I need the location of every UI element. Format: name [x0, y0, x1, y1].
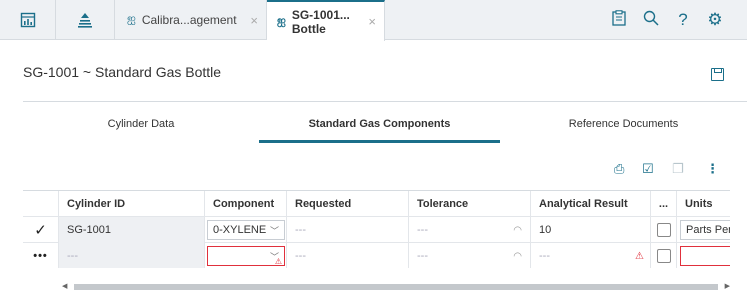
row-checkbox[interactable] [656, 223, 671, 237]
divider [23, 101, 747, 102]
header-marker-cell [23, 191, 59, 217]
column-header-tolerance[interactable]: Tolerance [409, 191, 531, 217]
component-select[interactable]: ﹀ ⚠ [207, 246, 285, 266]
warning-icon: ⚠ [635, 250, 644, 262]
analytical-result-cell[interactable]: 10 [531, 217, 651, 243]
tab-label: Calibra...agement [141, 13, 237, 27]
close-icon[interactable]: × [368, 14, 376, 29]
settings-icon[interactable]: ⚙ [699, 10, 731, 30]
units-select[interactable]: Parts Per Million [680, 220, 730, 240]
more-vertical-icon[interactable]: ⋮ [706, 161, 719, 177]
component-select[interactable]: 0-XYLENE ﹀ [207, 220, 285, 240]
search-icon[interactable] [635, 10, 667, 31]
cylinder-id-cell: --- [59, 243, 205, 268]
active-tab-indicator [259, 140, 500, 143]
tab-sg-1001-bottle[interactable]: ஐ SG-1001... Bottle × [267, 0, 385, 41]
units-cell: Parts Per Million [677, 217, 730, 243]
scroll-right-icon[interactable]: ▶ [725, 282, 730, 290]
copy-icon[interactable]: ❐ [672, 161, 684, 177]
top-tab-bar: ஐ Calibra...agement × ஐ SG-1001... Bottl… [0, 0, 747, 41]
row-checkbox-cell [651, 217, 677, 243]
dashboard-button[interactable] [0, 0, 56, 40]
gauge-icon[interactable]: ◠ [513, 225, 522, 236]
clipboard-icon[interactable] [603, 9, 635, 31]
row-checkbox-cell [651, 243, 677, 268]
tab-reference-documents[interactable]: Reference Documents [500, 118, 747, 130]
table-row[interactable]: ✓ SG-1001 0-XYLENE ﹀ --- --- ◠ 10 Parts … [23, 217, 730, 243]
scrollbar-thumb[interactable] [74, 284, 718, 290]
component-cell: 0-XYLENE ﹀ [205, 217, 287, 243]
scroll-left-icon[interactable]: ◀ [62, 282, 67, 290]
column-header-units[interactable]: Units [677, 191, 730, 217]
print-icon[interactable]: ⎙ [614, 161, 624, 177]
hierarchy-button[interactable] [56, 0, 115, 40]
horizontal-scrollbar[interactable]: ◀ ▶ [62, 283, 730, 291]
column-header-cylinder-id[interactable]: Cylinder ID [59, 191, 205, 217]
units-value: Parts Per Million [686, 224, 730, 236]
tolerance-cell[interactable]: --- ◠ [409, 217, 531, 243]
analytical-result-value: --- [539, 250, 550, 262]
tolerance-cell[interactable]: --- ◠ [409, 243, 531, 268]
gauge-icon[interactable]: ◠ [513, 251, 522, 262]
save-icon[interactable] [711, 68, 724, 81]
tolerance-value: --- [417, 224, 428, 236]
column-header-more[interactable]: ... [651, 191, 677, 217]
tab-type-icon: ஐ [127, 13, 136, 25]
row-saved-check-icon: ✓ [23, 217, 59, 243]
column-header-requested[interactable]: Requested [287, 191, 409, 217]
tab-standard-gas-components[interactable]: Standard Gas Components [259, 118, 500, 130]
tab-calibration-management[interactable]: ஐ Calibra...agement × [115, 0, 267, 40]
dashboard-icon [20, 12, 35, 28]
units-cell [677, 243, 730, 268]
grid-header-row: Cylinder ID Component Requested Toleranc… [23, 191, 730, 217]
warning-icon: ⚠ [274, 257, 282, 266]
requested-cell[interactable]: --- [287, 217, 409, 243]
units-select[interactable] [680, 246, 730, 266]
row-actions-icon[interactable]: ••• [23, 243, 59, 268]
page-title: SG-1001 ~ Standard Gas Bottle [23, 64, 222, 80]
cylinder-id-cell: SG-1001 [59, 217, 205, 243]
row-checkbox[interactable] [656, 249, 671, 263]
chevron-down-icon: ﹀ [269, 226, 279, 236]
column-header-component[interactable]: Component [205, 191, 287, 217]
tolerance-value: --- [417, 250, 428, 262]
component-value: 0-XYLENE [213, 224, 267, 236]
checklist-icon[interactable]: ☑ [642, 161, 654, 177]
tab-type-icon: ஐ [277, 14, 286, 27]
tab-cylinder-data[interactable]: Cylinder Data [23, 118, 259, 130]
table-row[interactable]: ••• --- ﹀ ⚠ --- --- ◠ --- ⚠ [23, 243, 730, 268]
column-header-analytical-result[interactable]: Analytical Result [531, 191, 651, 217]
requested-cell[interactable]: --- [287, 243, 409, 268]
close-icon[interactable]: × [250, 13, 258, 28]
analytical-result-cell[interactable]: --- ⚠ [531, 243, 651, 268]
help-icon[interactable]: ? [667, 10, 699, 30]
components-grid: Cylinder ID Component Requested Toleranc… [23, 190, 730, 268]
hierarchy-icon [78, 13, 92, 28]
component-cell: ﹀ ⚠ [205, 243, 287, 268]
